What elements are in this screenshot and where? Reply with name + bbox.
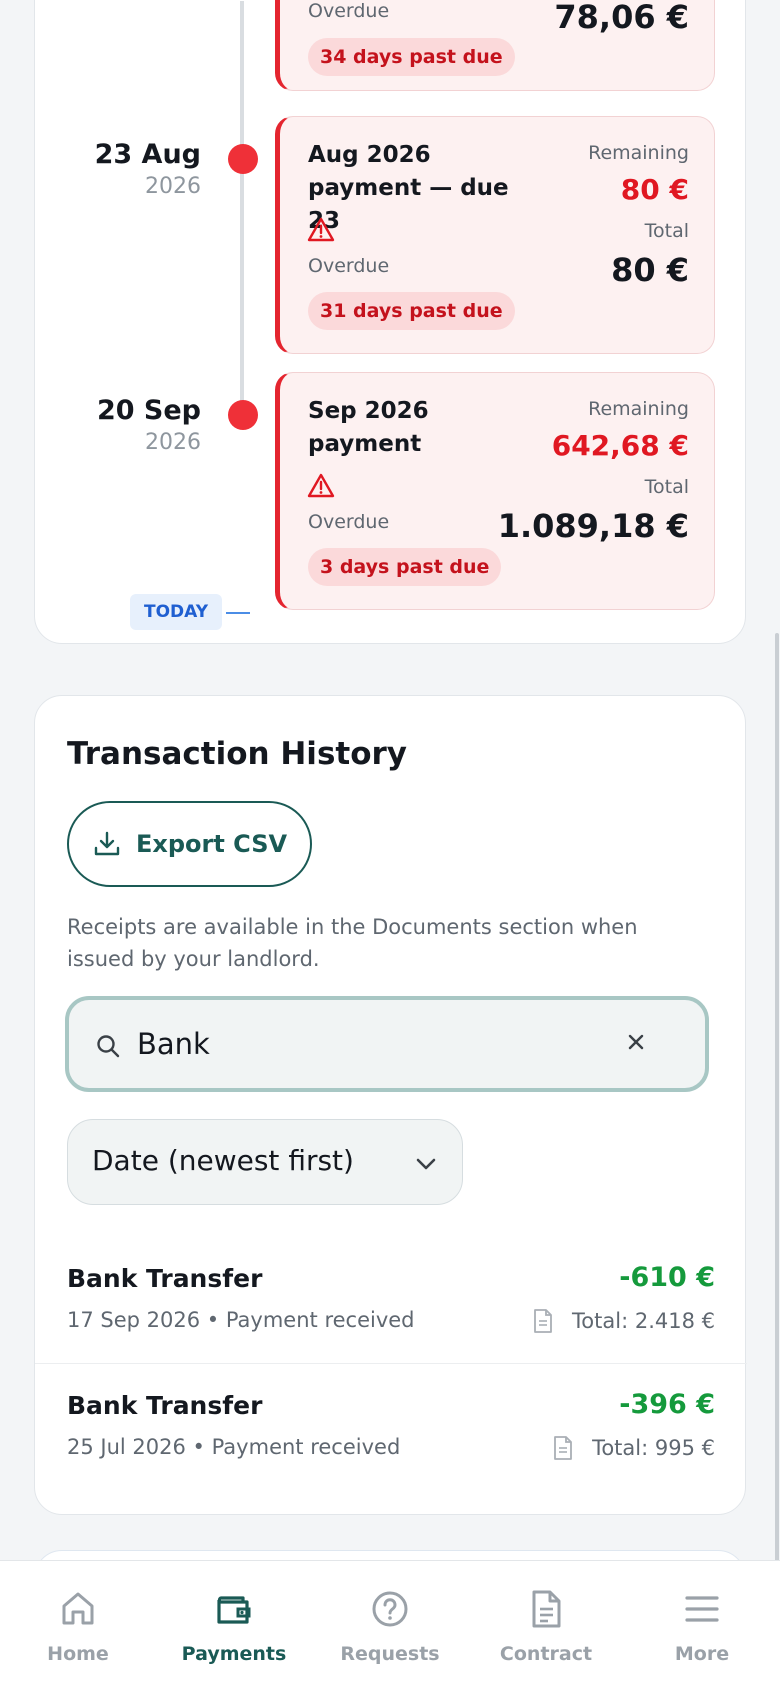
nav-label: Requests — [340, 1643, 440, 1665]
nav-label: More — [674, 1643, 730, 1665]
nav-item-requests[interactable]: Requests — [312, 1561, 468, 1688]
export-csv-label: Export CSV — [135, 830, 288, 858]
transaction-name: Bank Transfer — [67, 1391, 263, 1420]
nav-item-payments[interactable]: Payments — [156, 1561, 312, 1688]
payment-title: Sep 2026 payment — [308, 398, 429, 457]
past-due-badge: 3 days past due — [308, 548, 502, 586]
payment-status: Overdue — [308, 511, 390, 533]
payment-timeline-card: Overdue 34 days past due 78,06 € 23 Aug … — [34, 0, 746, 644]
payment-status: Overdue — [308, 0, 390, 22]
wallet-icon — [217, 1596, 251, 1624]
timeline-date: 23 Aug 2026 — [95, 139, 201, 199]
timeline-date: 20 Sep 2026 — [97, 395, 201, 455]
warning-icon — [307, 473, 335, 498]
transaction-amount: -396 € — [619, 1389, 715, 1420]
nav-label: Contract — [499, 1643, 593, 1665]
nav-item-more[interactable]: More — [624, 1561, 780, 1688]
export-csv-button[interactable]: Export CSV — [67, 801, 312, 887]
download-icon — [94, 831, 120, 856]
transaction-name: Bank Transfer — [67, 1264, 263, 1293]
past-due-badge: 31 days past due — [308, 292, 515, 330]
help-circle-icon — [372, 1591, 408, 1627]
payment-total: 1.089,18 € — [497, 507, 689, 545]
nav-label: Payments — [181, 1643, 287, 1665]
transaction-total-text: Total: 995 € — [592, 1436, 715, 1460]
remaining-amount: 642,68 € — [551, 429, 689, 462]
search-field[interactable] — [65, 996, 709, 1092]
menu-icon — [685, 1596, 719, 1622]
transaction-total-text: Total: 2.418 € — [572, 1309, 715, 1333]
bottom-navigation: Home Payments Requests Contract More — [0, 1560, 780, 1688]
chevron-down-icon — [416, 1158, 436, 1170]
warning-icon — [307, 217, 335, 242]
transaction-total: Total: 2.418 € — [532, 1308, 715, 1334]
nav-label: Home — [47, 1643, 109, 1665]
payment-card-sep[interactable]: Sep 2026 payment Overdue 3 days past due… — [275, 372, 715, 610]
timeline-day: 20 Sep — [96, 395, 201, 426]
timeline-year: 2026 — [145, 174, 201, 199]
transaction-row[interactable]: Bank Transfer 25 Jul 2026 • Payment rece… — [35, 1371, 747, 1491]
today-marker: TODAY — [130, 594, 222, 630]
payment-status: Overdue — [308, 255, 390, 277]
nav-item-contract[interactable]: Contract — [468, 1561, 624, 1688]
transaction-row[interactable]: Bank Transfer 17 Sep 2026 • Payment rece… — [35, 1244, 747, 1364]
receipt-icon — [534, 1309, 552, 1333]
payment-total: 78,06 € — [554, 0, 689, 36]
remaining-label: Remaining — [588, 142, 689, 164]
payment-card-aug[interactable]: Aug 2026 payment — due 23 Overdue 31 day… — [275, 116, 715, 354]
transaction-amount: -610 € — [619, 1262, 715, 1293]
today-line — [226, 612, 250, 614]
timeline-day: 23 Aug — [94, 139, 201, 170]
transaction-history-card: Transaction History Export CSV Receipts … — [34, 695, 747, 1515]
sort-select[interactable]: Date (newest first) — [67, 1119, 463, 1205]
transaction-meta: 25 Jul 2026 • Payment received — [67, 1435, 401, 1459]
payment-total: 80 € — [611, 251, 689, 289]
search-input[interactable] — [137, 1020, 607, 1068]
remaining-label: Remaining — [588, 398, 689, 420]
nav-item-home[interactable]: Home — [0, 1561, 156, 1688]
receipts-note: Receipts are available in the Documents … — [67, 915, 638, 971]
search-icon — [97, 1035, 120, 1058]
timeline-year: 2026 — [145, 430, 201, 455]
page-scrollbar[interactable] — [775, 633, 779, 1563]
payment-card-jul[interactable]: Overdue 34 days past due 78,06 € — [275, 0, 715, 91]
timeline-overdue-dot — [228, 400, 258, 430]
document-icon — [532, 1590, 561, 1628]
total-label: Total — [644, 220, 689, 242]
total-label: Total — [644, 476, 689, 498]
timeline-overdue-dot — [228, 144, 258, 174]
timeline-line — [240, 1, 244, 415]
transaction-meta: 17 Sep 2026 • Payment received — [67, 1308, 415, 1332]
receipt-icon — [554, 1436, 572, 1460]
clear-search-icon[interactable] — [625, 1031, 647, 1053]
payment-title: Aug 2026 payment — due 23 — [308, 142, 509, 234]
remaining-amount: 80 € — [620, 173, 689, 206]
transaction-total: Total: 995 € — [552, 1435, 715, 1461]
past-due-badge: 34 days past due — [308, 38, 515, 76]
home-icon — [62, 1592, 94, 1625]
section-title: Transaction History — [67, 736, 408, 772]
sort-selected-value: Date (newest first) — [92, 1144, 354, 1177]
